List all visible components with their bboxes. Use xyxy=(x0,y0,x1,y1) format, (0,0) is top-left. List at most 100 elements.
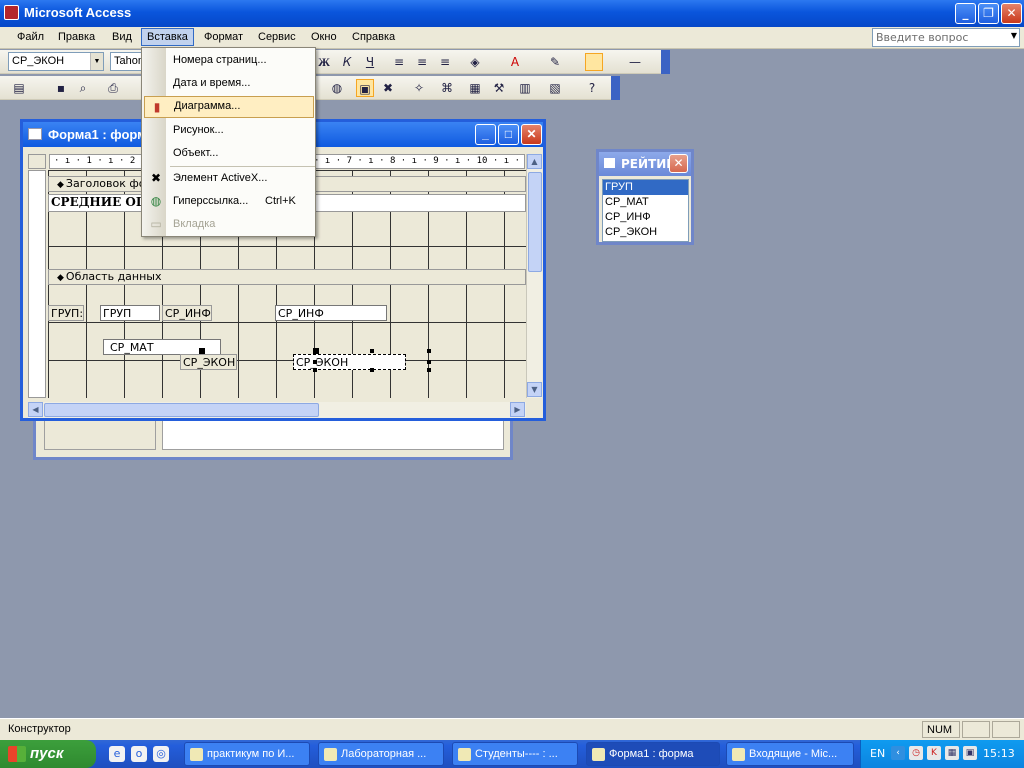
scroll-right-arrow-icon[interactable]: ▶ xyxy=(510,402,525,417)
resize-handle[interactable] xyxy=(427,360,431,364)
print-icon[interactable]: ⎙ xyxy=(104,79,122,97)
menu-window[interactable]: Окно xyxy=(311,31,337,43)
outlook-icon[interactable]: o xyxy=(131,746,147,762)
label-grup[interactable]: ГРУП: xyxy=(48,305,84,321)
builder-icon[interactable]: ⚒ xyxy=(490,79,508,97)
resize-handle[interactable] xyxy=(370,349,374,353)
bold-button[interactable]: Ж xyxy=(315,53,333,71)
scroll-down-arrow-icon[interactable]: ▼ xyxy=(527,382,542,397)
horizontal-scrollbar[interactable]: ◀ ▶ xyxy=(28,402,526,418)
network-icon[interactable]: ▦ xyxy=(945,746,959,760)
font-color-icon[interactable]: A xyxy=(506,53,524,71)
object-combo[interactable]: СР_ЭКОН ▼ xyxy=(8,52,104,71)
properties-icon[interactable]: ▦ xyxy=(466,79,484,97)
close-button[interactable]: ✕ xyxy=(1001,3,1022,24)
label-ekon[interactable]: СР_ЭКОН: xyxy=(180,354,237,370)
menu-item-hyperlink[interactable]: ◍ Гиперссылка... Ctrl+K xyxy=(144,191,314,213)
field-item[interactable]: СР_ИНФ xyxy=(603,210,688,225)
resize-handle[interactable] xyxy=(427,349,431,353)
display-icon[interactable]: ▣ xyxy=(963,746,977,760)
access-app-icon[interactable] xyxy=(4,5,19,20)
field-list-icon[interactable]: ▣ xyxy=(356,79,374,97)
form-maximize-button[interactable]: □ xyxy=(498,124,519,145)
menu-item-chart[interactable]: ▮ Диаграмма... xyxy=(144,96,314,118)
menu-file[interactable]: Файл xyxy=(17,31,44,43)
hyperlink-icon[interactable]: ◍ xyxy=(328,79,346,97)
form-minimize-button[interactable]: _ xyxy=(475,124,496,145)
toolbar-options-icon[interactable] xyxy=(661,50,670,74)
field-list-title-bar[interactable]: РЕЙТИНГ ✕ xyxy=(599,152,691,176)
horizontal-scroll-thumb[interactable] xyxy=(44,403,319,417)
vertical-scrollbar[interactable]: ▲ ▼ xyxy=(526,154,542,398)
menu-item-date-time[interactable]: Дата и время... xyxy=(144,73,314,95)
task-button[interactable]: Студенты---- : ... xyxy=(452,742,578,766)
resize-handle[interactable] xyxy=(427,368,431,372)
ie-icon[interactable]: e xyxy=(109,746,125,762)
resize-handle[interactable] xyxy=(313,368,317,372)
new-object-icon[interactable]: ▧ xyxy=(546,79,564,97)
vertical-ruler[interactable] xyxy=(28,170,46,398)
menu-help[interactable]: Справка xyxy=(352,31,395,43)
align-right-icon[interactable]: ≡ xyxy=(436,53,454,71)
help-icon[interactable]: ? xyxy=(583,79,601,97)
form-selector[interactable] xyxy=(28,154,46,169)
line-width-icon[interactable]: — xyxy=(626,53,644,71)
toolbox-icon[interactable]: ✖ xyxy=(379,79,397,97)
view-icon[interactable]: ▤ xyxy=(10,79,28,97)
align-left-icon[interactable]: ≡ xyxy=(390,53,408,71)
menu-format[interactable]: Формат xyxy=(204,31,243,43)
form-close-button[interactable]: ✕ xyxy=(521,124,542,145)
menu-edit[interactable]: Правка xyxy=(58,31,95,43)
menu-item-activex[interactable]: ✖ Элемент ActiveX... xyxy=(144,168,314,190)
resize-handle[interactable] xyxy=(313,360,317,364)
underline-button[interactable]: Ч xyxy=(361,53,379,71)
minimize-button[interactable]: _ xyxy=(955,3,976,24)
task-button[interactable]: практикум по И... xyxy=(184,742,310,766)
field-list-window[interactable]: РЕЙТИНГ ✕ ГРУП СР_МАТ СР_ИНФ СР_ЭКОН xyxy=(596,149,694,245)
restore-button[interactable]: ❐ xyxy=(978,3,999,24)
menu-view[interactable]: Вид xyxy=(112,31,132,43)
media-icon[interactable]: ◎ xyxy=(153,746,169,762)
toolbar-options-icon[interactable] xyxy=(611,76,620,100)
search-icon[interactable]: ⌕ xyxy=(74,79,92,97)
task-button[interactable]: Лабораторная ... xyxy=(318,742,444,766)
task-button[interactable]: Входящие - Mic... xyxy=(726,742,854,766)
start-button[interactable]: пуск xyxy=(0,740,96,768)
menu-item-object[interactable]: Объект... xyxy=(144,143,314,165)
textbox-inf[interactable]: СР_ИНФ xyxy=(275,305,387,321)
antivirus-icon[interactable]: K xyxy=(927,746,941,760)
textbox-grup[interactable]: ГРУП xyxy=(100,305,160,321)
label-inf[interactable]: СР_ИНФ: xyxy=(162,305,212,321)
resize-handle[interactable] xyxy=(370,368,374,372)
move-handle[interactable] xyxy=(313,348,319,354)
menu-item-page-numbers[interactable]: Номера страниц... xyxy=(144,50,314,72)
line-color-icon[interactable]: ✎ xyxy=(546,53,564,71)
fill-color-icon[interactable]: ◈ xyxy=(466,53,484,71)
detail-section-bar[interactable]: ◆ Область данных xyxy=(48,269,526,285)
textbox-ekon-selected[interactable]: СР_ЭКОН xyxy=(293,354,406,370)
save-icon[interactable]: ▪ xyxy=(52,79,70,97)
scroll-left-arrow-icon[interactable]: ◀ xyxy=(28,402,43,417)
menu-insert[interactable]: Вставка xyxy=(141,28,194,46)
menu-tools[interactable]: Сервис xyxy=(258,31,296,43)
code-icon[interactable]: ⌘ xyxy=(438,79,456,97)
menu-item-tab-control[interactable]: ▭ Вкладка xyxy=(144,214,314,236)
field-list-close-button[interactable]: ✕ xyxy=(669,154,688,173)
move-handle[interactable] xyxy=(199,348,205,354)
clock-icon[interactable]: ◷ xyxy=(909,746,923,760)
scroll-up-arrow-icon[interactable]: ▲ xyxy=(527,154,542,169)
form-icon[interactable] xyxy=(28,128,42,140)
align-center-icon[interactable]: ≡ xyxy=(413,53,431,71)
field-item[interactable]: ГРУП xyxy=(603,180,688,195)
field-item[interactable]: СР_ЭКОН xyxy=(603,225,688,240)
italic-button[interactable]: К xyxy=(338,53,356,71)
vertical-scroll-thumb[interactable] xyxy=(528,172,542,272)
autoformat-icon[interactable]: ✧ xyxy=(410,79,428,97)
menu-item-picture[interactable]: Рисунок... xyxy=(144,120,314,142)
task-button-active[interactable]: Форма1 : форма xyxy=(586,742,720,766)
chevron-down-icon[interactable]: ▼ xyxy=(90,53,103,70)
database-window-icon[interactable]: ▥ xyxy=(516,79,534,97)
field-item[interactable]: СР_МАТ xyxy=(603,195,688,210)
ask-question-box[interactable]: Введите вопрос ▼ xyxy=(872,28,1020,47)
border-style-icon[interactable] xyxy=(585,53,603,71)
